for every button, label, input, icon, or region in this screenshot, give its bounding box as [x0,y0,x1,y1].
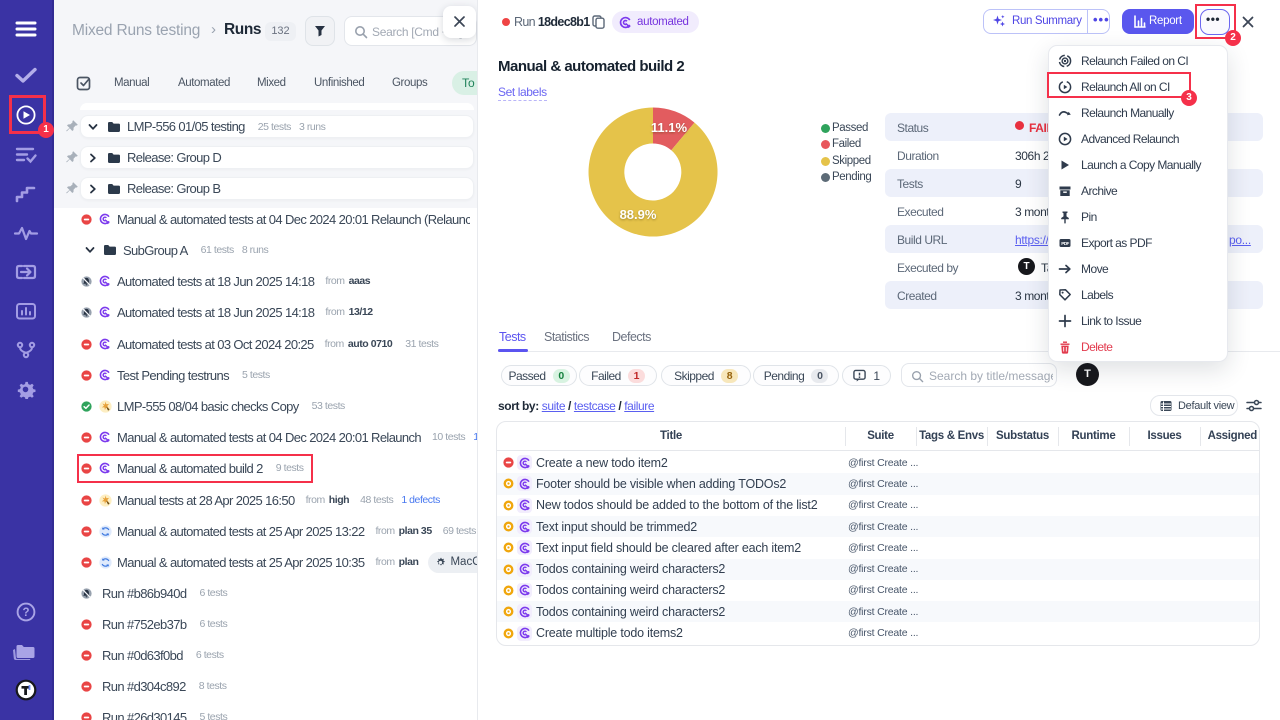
svg-text:PDF: PDF [1061,241,1069,246]
svg-text:?: ? [22,607,29,619]
